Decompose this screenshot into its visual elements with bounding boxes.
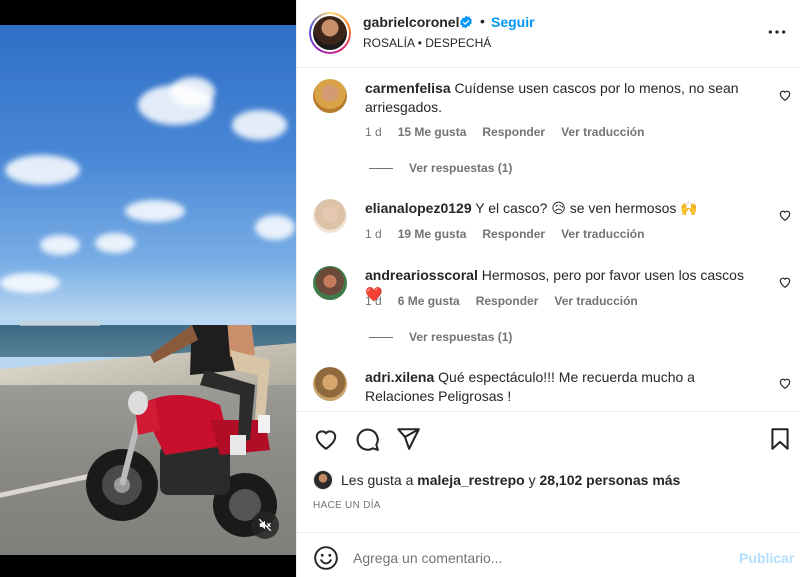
comment-body: Y el casco? 😥 se ven hermosos 🙌 — [475, 200, 698, 216]
cloud — [95, 233, 135, 253]
translate-button[interactable]: Ver traducción — [561, 227, 644, 241]
comments-list[interactable]: carmenfelisa Cuídense usen cascos por lo… — [297, 69, 800, 411]
post-date[interactable]: HACE UN DÍA — [313, 500, 381, 511]
follow-button[interactable]: Seguir — [491, 14, 535, 30]
view-replies-button[interactable]: Ver respuestas (1) — [369, 161, 512, 175]
like-comment-heart-icon[interactable] — [778, 208, 792, 222]
share-paper-plane-icon[interactable] — [395, 426, 421, 452]
likes-count[interactable]: 28,102 personas más — [539, 472, 680, 488]
replies-line — [369, 336, 393, 338]
cloud — [125, 200, 185, 222]
comment-text-block: adri.xilena Qué espectáculo!!! Me recuer… — [365, 368, 765, 406]
reply-button[interactable]: Responder — [482, 125, 545, 139]
like-comment-heart-icon[interactable] — [778, 275, 792, 289]
comment-meta: 1 d 19 Me gusta Responder Ver traducción — [365, 227, 660, 241]
cloud — [5, 155, 80, 185]
comment-input[interactable] — [353, 543, 723, 573]
likes-summary[interactable]: Les gusta a maleja_restrepo y 28,102 per… — [313, 470, 680, 490]
verified-badge-icon — [460, 15, 472, 29]
comment-bubble-icon[interactable] — [354, 426, 380, 452]
commenter-avatar[interactable] — [313, 79, 347, 113]
commenter-avatar[interactable] — [313, 199, 347, 233]
like-comment-heart-icon[interactable] — [778, 376, 792, 390]
save-bookmark-icon[interactable] — [767, 426, 793, 452]
add-comment-bar: Publicar — [297, 532, 800, 577]
speaker-muted-icon — [258, 518, 272, 532]
cloud — [170, 77, 215, 107]
cloud — [40, 235, 80, 255]
more-options-icon[interactable] — [767, 22, 787, 42]
author-username[interactable]: gabrielcoronel — [363, 14, 459, 30]
like-comment-heart-icon[interactable] — [778, 88, 792, 102]
comment-text-block: carmenfelisa Cuídense usen cascos por lo… — [365, 79, 765, 117]
post-comment-button[interactable]: Publicar — [739, 550, 794, 566]
comment-username[interactable]: carmenfelisa — [365, 80, 451, 96]
likes-prefix: Les gusta a — [341, 472, 414, 488]
translate-button[interactable]: Ver traducción — [561, 125, 644, 139]
post-header: gabrielcoronel • Seguir ROSALÍA • DESPEC… — [297, 0, 800, 68]
view-replies-label: Ver respuestas (1) — [409, 161, 513, 175]
comment-username[interactable]: adri.xilena — [365, 369, 434, 385]
comment-age[interactable]: 1 d — [365, 227, 382, 241]
comment-meta: 1 d 15 Me gusta Responder Ver traducción — [365, 125, 660, 139]
comment-text-block: elianalopez0129 Y el casco? 😥 se ven her… — [365, 199, 765, 218]
comment-username[interactable]: elianalopez0129 — [365, 200, 472, 216]
cloud — [232, 110, 287, 140]
post-actions — [297, 411, 800, 463]
translate-button[interactable]: Ver traducción — [554, 294, 637, 308]
comment-age[interactable]: 1 d — [365, 125, 382, 139]
comment-username[interactable]: andreariosscoral — [365, 267, 478, 283]
like-heart-icon[interactable] — [313, 426, 339, 452]
author-avatar[interactable] — [309, 12, 351, 54]
reply-button[interactable]: Responder — [482, 227, 545, 241]
liker-avatar[interactable] — [313, 470, 333, 490]
liker-username[interactable]: maleja_restrepo — [417, 472, 524, 488]
cloud — [255, 215, 295, 240]
commenter-avatar[interactable] — [313, 367, 347, 401]
separator-dot: • — [480, 13, 485, 29]
emoji-smiley-icon[interactable] — [313, 545, 339, 571]
post-media — [0, 0, 296, 577]
comment-likes[interactable]: 6 Me gusta — [398, 294, 460, 308]
likes-connector: y — [528, 472, 536, 488]
commenter-avatar[interactable] — [313, 266, 347, 300]
comment-age[interactable]: 1 d — [365, 294, 382, 308]
mute-button[interactable] — [251, 511, 279, 539]
view-replies-label: Ver respuestas (1) — [409, 330, 513, 344]
comment-likes[interactable]: 19 Me gusta — [398, 227, 467, 241]
video-player[interactable] — [0, 25, 296, 555]
post-panel: gabrielcoronel • Seguir ROSALÍA • DESPEC… — [296, 0, 800, 577]
reply-button[interactable]: Responder — [476, 294, 539, 308]
replies-line — [369, 167, 393, 169]
view-replies-button[interactable]: Ver respuestas (1) — [369, 330, 512, 344]
cloud — [0, 273, 60, 293]
comment-meta: 1 d 6 Me gusta Responder Ver traducción — [365, 294, 654, 308]
audio-info[interactable]: ROSALÍA • DESPECHÁ — [363, 36, 491, 50]
comment-likes[interactable]: 15 Me gusta — [398, 125, 467, 139]
